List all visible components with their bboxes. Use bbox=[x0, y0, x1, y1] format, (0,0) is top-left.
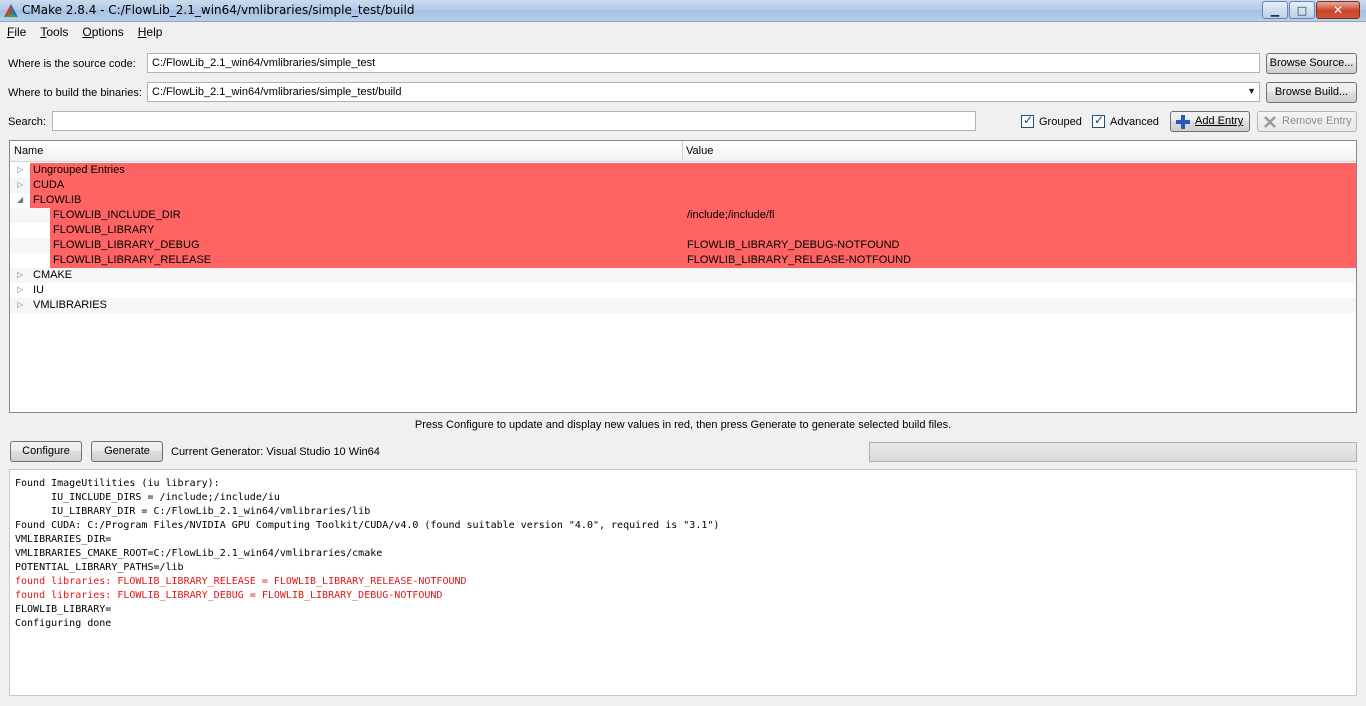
tree-row[interactable]: FLOWLIB_INCLUDE_DIR/include;/include/fl bbox=[10, 208, 1356, 223]
expand-arrow-icon[interactable]: ▷ bbox=[17, 165, 23, 174]
log-line: Found ImageUtilities (iu library): bbox=[15, 478, 220, 489]
source-label: Where is the source code: bbox=[8, 58, 136, 70]
tree-row[interactable]: ▷ CMAKE bbox=[10, 268, 1356, 283]
grouped-checkbox[interactable] bbox=[1021, 113, 1034, 128]
log-line: IU_INCLUDE_DIRS = /include;/include/iu bbox=[15, 492, 280, 503]
expand-arrow-icon[interactable]: ▷ bbox=[17, 300, 23, 309]
output-log[interactable]: Found ImageUtilities (iu library): IU_IN… bbox=[9, 469, 1357, 696]
search-input[interactable] bbox=[52, 111, 976, 131]
advanced-label: Advanced bbox=[1110, 116, 1159, 128]
log-line: FLOWLIB_LIBRARY= bbox=[15, 604, 112, 615]
expand-arrow-icon[interactable]: ◢ bbox=[17, 195, 23, 204]
log-line: IU_LIBRARY_DIR = C:/FlowLib_2.1_win64/vm… bbox=[15, 506, 371, 517]
browse-source-button[interactable]: Browse Source... bbox=[1266, 53, 1357, 74]
dropdown-arrow-icon[interactable]: ▼ bbox=[1247, 86, 1256, 96]
build-path-value: C:/FlowLib_2.1_win64/vmlibraries/simple_… bbox=[152, 86, 402, 98]
entry-value[interactable]: FLOWLIB_LIBRARY_DEBUG-NOTFOUND bbox=[687, 239, 900, 251]
entry-name: Ungrouped Entries bbox=[33, 164, 125, 176]
changed-highlight bbox=[30, 193, 1356, 208]
expand-arrow-icon[interactable]: ▷ bbox=[17, 270, 23, 279]
advanced-checkbox[interactable] bbox=[1092, 113, 1105, 128]
changed-highlight bbox=[30, 163, 1356, 178]
source-path-input[interactable]: C:/FlowLib_2.1_win64/vmlibraries/simple_… bbox=[147, 53, 1260, 73]
maximize-icon: □ bbox=[1296, 3, 1308, 17]
changed-highlight bbox=[50, 223, 1356, 238]
tree-row[interactable]: ▷ IU bbox=[10, 283, 1356, 298]
tree-row[interactable]: FLOWLIB_LIBRARY_RELEASE FLOWLIB_LIBRARY_R… bbox=[10, 253, 1356, 268]
menu-file[interactable]: File bbox=[0, 25, 33, 39]
entry-name: FLOWLIB_LIBRARY bbox=[53, 224, 155, 236]
tree-header: Name Value bbox=[10, 141, 1356, 162]
menu-tools[interactable]: Tools bbox=[33, 25, 75, 39]
menu-options[interactable]: Options bbox=[75, 25, 130, 39]
column-value-header[interactable]: Value bbox=[686, 145, 713, 157]
entry-name: FLOWLIB_LIBRARY_DEBUG bbox=[53, 239, 200, 251]
build-path-combo[interactable]: C:/FlowLib_2.1_win64/vmlibraries/simple_… bbox=[147, 82, 1260, 102]
menu-options-rest: ptions bbox=[91, 25, 124, 39]
entry-value[interactable]: FLOWLIB_LIBRARY_RELEASE-NOTFOUND bbox=[687, 254, 911, 266]
minimize-icon: ▁ bbox=[1270, 3, 1280, 17]
expand-arrow-icon[interactable]: ▷ bbox=[17, 180, 23, 189]
log-line-error: found libraries: FLOWLIB_LIBRARY_DEBUG =… bbox=[15, 590, 443, 601]
tree-row[interactable]: ▷ Ungrouped Entries bbox=[10, 163, 1356, 178]
add-entry-label: Add Entry bbox=[1195, 115, 1244, 127]
progress-bar bbox=[869, 442, 1357, 462]
entry-name: VMLIBRARIES bbox=[33, 299, 107, 311]
remove-x-icon bbox=[1264, 116, 1276, 128]
menu-options-mnemonic: O bbox=[82, 25, 92, 39]
column-separator[interactable] bbox=[682, 141, 683, 162]
log-line: POTENTIAL_LIBRARY_PATHS=/lib bbox=[15, 562, 184, 573]
log-lines: Found ImageUtilities (iu library): IU_IN… bbox=[15, 477, 1351, 631]
build-label: Where to build the binaries: bbox=[8, 87, 142, 99]
add-entry-button[interactable]: Add Entry bbox=[1170, 111, 1250, 132]
changed-highlight bbox=[30, 178, 1356, 193]
search-label: Search: bbox=[8, 116, 46, 128]
entry-name: FLOWLIB_INCLUDE_DIR bbox=[53, 209, 181, 221]
log-line: Found CUDA: C:/Program Files/NVIDIA GPU … bbox=[15, 520, 720, 531]
column-name-header[interactable]: Name bbox=[14, 145, 43, 157]
expand-arrow-icon[interactable]: ▷ bbox=[17, 285, 23, 294]
tree-row[interactable]: FLOWLIB_LIBRARY bbox=[10, 223, 1356, 238]
cmake-logo-icon bbox=[4, 4, 18, 17]
tree-row[interactable]: FLOWLIB_LIBRARY_DEBUG FLOWLIB_LIBRARY_DEB… bbox=[10, 238, 1356, 253]
remove-entry-button[interactable]: Remove Entry bbox=[1257, 111, 1357, 132]
title-bar[interactable]: CMake 2.8.4 - C:/FlowLib_2.1_win64/vmlib… bbox=[0, 0, 1366, 22]
menu-tools-rest: ools bbox=[46, 25, 69, 39]
window-controls: ▁ □ ✕ bbox=[1261, 1, 1360, 19]
plus-icon bbox=[1176, 115, 1190, 129]
entry-name: FLOWLIB_LIBRARY_RELEASE bbox=[53, 254, 212, 266]
log-line: Configuring done bbox=[15, 618, 112, 629]
window-title: CMake 2.8.4 - C:/FlowLib_2.1_win64/vmlib… bbox=[22, 3, 415, 17]
remove-entry-label: Remove Entry bbox=[1282, 115, 1352, 127]
entry-name: FLOWLIB bbox=[33, 194, 82, 206]
menu-file-rest: ile bbox=[14, 25, 27, 39]
close-icon: ✕ bbox=[1332, 3, 1344, 17]
tree-row[interactable]: ▷ VMLIBRARIES bbox=[10, 298, 1356, 313]
browse-build-button[interactable]: Browse Build... bbox=[1266, 82, 1357, 103]
log-line-error: found libraries: FLOWLIB_LIBRARY_RELEASE… bbox=[15, 576, 467, 587]
menu-help[interactable]: Help bbox=[131, 25, 170, 39]
info-message: Press Configure to update and display ne… bbox=[414, 419, 952, 431]
current-generator: Current Generator: Visual Studio 10 Win6… bbox=[171, 446, 380, 458]
minimize-button[interactable]: ▁ bbox=[1262, 1, 1288, 19]
grouped-label: Grouped bbox=[1039, 116, 1082, 128]
log-line: VMLIBRARIES_DIR= bbox=[15, 534, 112, 545]
entry-name: CUDA bbox=[33, 179, 65, 191]
cache-tree[interactable]: Name Value ▷ Ungrouped Entries ▷ CUDA ◢ FLOWL… bbox=[9, 140, 1357, 413]
entry-name: IU bbox=[33, 284, 44, 296]
menu-bar: File Tools Options Help bbox=[0, 22, 1366, 42]
configure-button[interactable]: Configure bbox=[10, 441, 82, 462]
menu-help-rest: elp bbox=[146, 25, 163, 39]
tree-row[interactable]: ▷ CUDA bbox=[10, 178, 1356, 193]
log-line: VMLIBRARIES_CMAKE_ROOT=C:/FlowLib_2.1_wi… bbox=[15, 548, 383, 559]
maximize-button[interactable]: □ bbox=[1289, 1, 1315, 19]
entry-value[interactable]: /include;/include/fl bbox=[687, 209, 774, 221]
entry-name: CMAKE bbox=[33, 269, 73, 281]
generate-button[interactable]: Generate bbox=[91, 441, 163, 462]
tree-row[interactable]: ◢ FLOWLIB bbox=[10, 193, 1356, 208]
close-button[interactable]: ✕ bbox=[1316, 1, 1360, 19]
